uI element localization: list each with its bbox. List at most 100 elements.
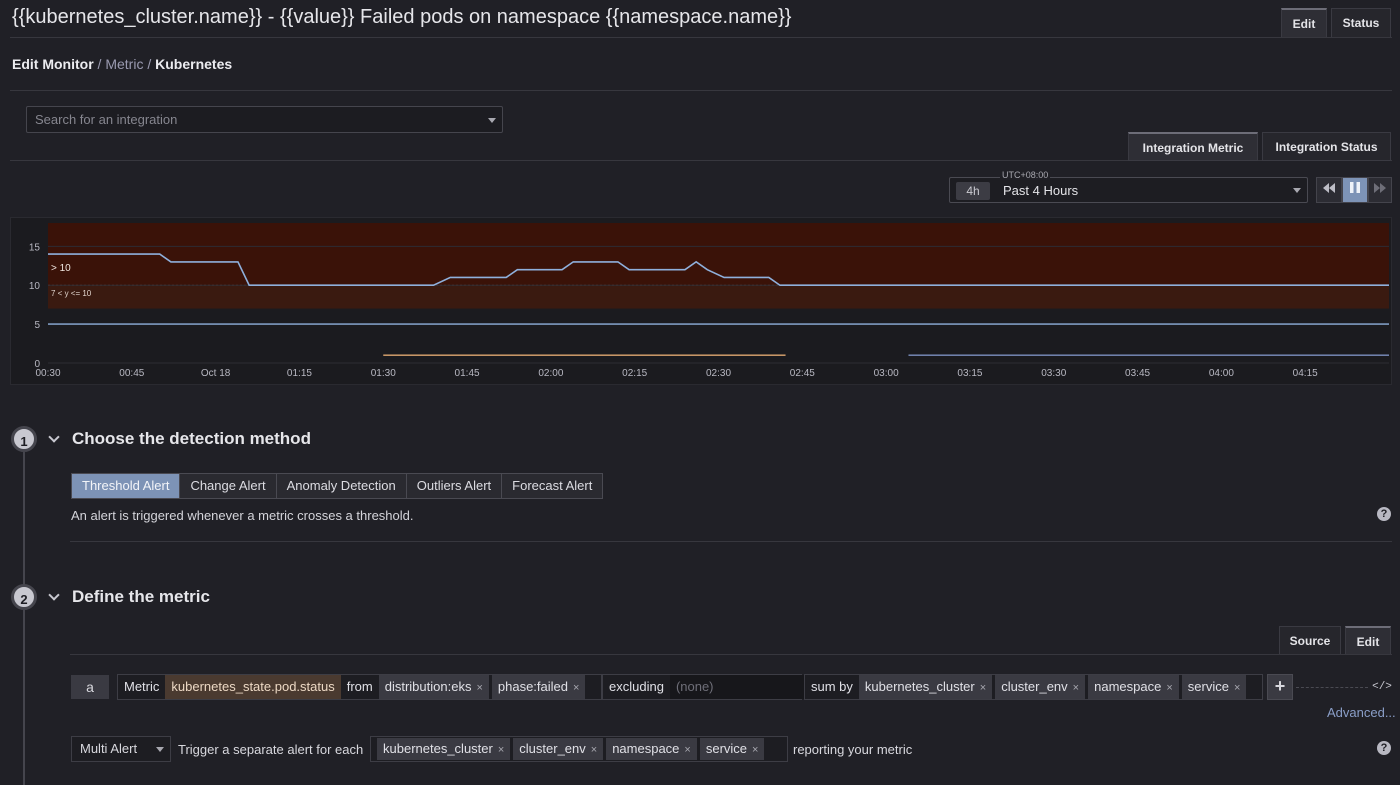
step-number-1: 1 (11, 426, 37, 452)
method-forecast-alert[interactable]: Forecast Alert (502, 474, 603, 498)
timeframe-selector[interactable]: 4h Past 4 Hours (949, 177, 1308, 203)
y-tick-label: 10 (29, 281, 41, 292)
remove-tag-icon[interactable]: × (1166, 682, 1172, 694)
sum-by-tag[interactable]: kubernetes_cluster × (858, 675, 993, 699)
breadcrumb-divider (10, 90, 1392, 91)
x-tick-label: 02:00 (538, 368, 563, 379)
method-threshold-alert[interactable]: Threshold Alert (72, 474, 181, 498)
from-tag[interactable]: phase:failed × (491, 675, 586, 699)
x-tick-label: 00:30 (35, 368, 60, 379)
alert-mode-select[interactable]: Multi Alert (71, 736, 171, 762)
breadcrumb-edit-monitor: Edit Monitor (12, 56, 94, 72)
excluding-input[interactable]: (none) (669, 675, 804, 699)
query-tabs-divider (70, 654, 1392, 655)
x-tick-label: 04:15 (1293, 368, 1318, 379)
integration-search[interactable] (26, 106, 503, 133)
help-icon[interactable]: ? (1377, 507, 1391, 521)
method-description: An alert is triggered whenever a metric … (71, 508, 414, 523)
chevron-down-icon (156, 747, 164, 752)
remove-tag-icon[interactable]: × (1073, 682, 1079, 694)
remove-tag-icon[interactable]: × (591, 744, 597, 756)
method-change-alert[interactable]: Change Alert (180, 474, 277, 498)
method-outliers-alert[interactable]: Outliers Alert (406, 474, 503, 498)
sum-by-tag[interactable]: service × (1181, 675, 1247, 699)
group-tag[interactable]: service × (699, 738, 765, 760)
alert-threshold-region (48, 223, 1389, 286)
group-tag-text: kubernetes_cluster (383, 741, 493, 756)
timeframe-short: 4h (956, 182, 990, 200)
integration-search-input[interactable] (27, 107, 502, 132)
x-tick-label: Oct 18 (201, 368, 231, 379)
x-tick-label: 04:00 (1209, 368, 1234, 379)
fast-forward-button[interactable] (1368, 177, 1392, 203)
step-connector (23, 452, 25, 587)
breadcrumb: Edit Monitor / Metric / Kubernetes (12, 56, 232, 72)
remove-tag-icon[interactable]: × (1234, 682, 1240, 694)
page-title: {{kubernetes_cluster.name}} - {{value}} … (12, 6, 792, 28)
metric-name-field[interactable]: kubernetes_state.pod.status (165, 675, 341, 699)
from-tag[interactable]: distribution:eks × (378, 675, 489, 699)
sum-by-field[interactable]: sum by kubernetes_cluster × cluster_env × nam… (804, 674, 1263, 700)
breadcrumb-metric[interactable]: Metric (105, 56, 143, 72)
remove-tag-icon[interactable]: × (476, 682, 482, 694)
x-tick-label: 02:30 (706, 368, 731, 379)
metric-chart[interactable]: 15 10 5 0 00:30 00:45 Oct 18 01:15 01:30 01:45 02:… (10, 217, 1392, 385)
remove-tag-icon[interactable]: × (498, 744, 504, 756)
detection-method-selector[interactable]: Threshold Alert Change Alert Anomaly Det… (71, 473, 604, 499)
from-tag-text: phase:failed (497, 679, 569, 694)
add-query-button[interactable]: + (1267, 674, 1293, 700)
metric-query-builder[interactable]: Metric kubernetes_state.pod.status from dis… (117, 674, 602, 700)
metric-label: Metric (124, 679, 160, 694)
tab-edit[interactable]: Edit (1281, 8, 1327, 38)
y-tick-label: 15 (29, 242, 41, 253)
help-icon[interactable]: ? (1377, 741, 1391, 755)
excluding-label: excluding (609, 679, 664, 694)
chevron-down-icon[interactable] (48, 431, 60, 443)
tab-status[interactable]: Status (1331, 8, 1391, 38)
group-tag[interactable]: kubernetes_cluster × (377, 738, 511, 760)
advanced-link[interactable]: Advanced... (1327, 705, 1396, 720)
excluding-field[interactable]: excluding (none) (602, 674, 804, 700)
timeframe-label: Past 4 Hours (1003, 183, 1079, 198)
from-label: from (346, 679, 373, 694)
query-letter[interactable]: a (71, 675, 109, 699)
x-tick-label: 01:30 (371, 368, 396, 379)
code-icon[interactable]: </> (1372, 675, 1392, 699)
chart-canvas: 15105000:30 00:45 Oct 18 01:15 01:30 01:45 02:… (29, 223, 1389, 379)
multi-alert-group-field[interactable]: kubernetes_cluster × cluster_env × namespace… (370, 736, 788, 762)
trigger-suffix-text: reporting your metric (793, 742, 913, 757)
remove-tag-icon[interactable]: × (980, 682, 986, 694)
group-tag[interactable]: cluster_env × (513, 738, 604, 760)
x-tick-label: 03:15 (957, 368, 982, 379)
query-dashed-line (1296, 687, 1368, 688)
breadcrumb-separator: / (147, 56, 152, 72)
remove-tag-icon[interactable]: × (573, 682, 579, 694)
pause-button[interactable] (1342, 177, 1368, 203)
step-number-2: 2 (11, 584, 37, 610)
remove-tag-icon[interactable]: × (752, 744, 758, 756)
from-tag-text: distribution:eks (384, 679, 472, 694)
group-tag-text: namespace (612, 741, 680, 756)
sum-by-tag-text: kubernetes_cluster (864, 679, 975, 694)
remove-tag-icon[interactable]: × (684, 744, 690, 756)
pause-icon (1350, 182, 1360, 193)
tab-source[interactable]: Source (1279, 626, 1341, 655)
sum-by-tag[interactable]: cluster_env × (995, 675, 1086, 699)
group-tag-text: service (705, 741, 748, 756)
trigger-prefix-text: Trigger a separate alert for each (178, 742, 364, 757)
tab-integration-metric[interactable]: Integration Metric (1128, 132, 1258, 161)
x-tick-label: 02:45 (790, 368, 815, 379)
tab-integration-status[interactable]: Integration Status (1262, 132, 1391, 161)
group-tag[interactable]: namespace × (606, 738, 697, 760)
group-tag-text: cluster_env (519, 741, 586, 756)
chevron-down-icon (1293, 188, 1301, 193)
sum-by-tag-text: cluster_env (1001, 679, 1068, 694)
chevron-down-icon[interactable] (48, 589, 60, 601)
alert-mode-value: Multi Alert (80, 741, 138, 756)
rewind-button[interactable] (1316, 177, 1342, 203)
sum-by-label: sum by (811, 679, 853, 694)
tab-query-edit[interactable]: Edit (1345, 626, 1391, 655)
x-tick-label: 03:45 (1125, 368, 1150, 379)
method-anomaly-detection[interactable]: Anomaly Detection (276, 474, 407, 498)
sum-by-tag[interactable]: namespace × (1088, 675, 1179, 699)
